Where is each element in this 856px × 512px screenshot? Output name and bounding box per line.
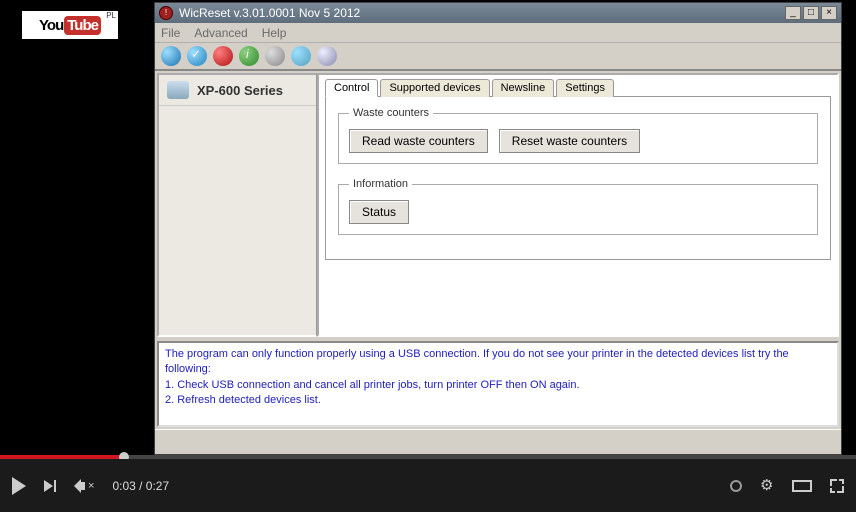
main-panel: Control Supported devices Newsline Setti…	[317, 73, 839, 337]
device-name: XP-600 Series	[197, 83, 283, 98]
theater-mode-icon[interactable]	[792, 480, 812, 492]
next-icon	[44, 480, 53, 492]
device-sidebar: XP-600 Series	[157, 73, 317, 337]
maximize-button[interactable]: □	[803, 6, 819, 20]
tab-newsline[interactable]: Newsline	[492, 79, 555, 97]
group-info-label: Information	[349, 178, 412, 190]
tab-control[interactable]: Control	[325, 79, 378, 97]
volume-icon	[74, 479, 81, 493]
tab-panel-control: Waste counters Read waste counters Reset…	[325, 96, 831, 260]
check-icon[interactable]	[187, 46, 207, 66]
group-waste-label: Waste counters	[349, 107, 433, 119]
group-information: Information Status	[338, 178, 818, 235]
muted-icon: ×	[88, 480, 94, 492]
window-title: WicReset v.3.01.0001 Nov 5 2012	[179, 6, 785, 20]
watch-later-icon[interactable]	[730, 480, 742, 492]
menu-advanced[interactable]: Advanced	[194, 26, 247, 40]
tab-settings[interactable]: Settings	[556, 79, 614, 97]
tab-strip: Control Supported devices Newsline Setti…	[325, 79, 831, 97]
refresh-icon[interactable]	[161, 46, 181, 66]
group-waste-counters: Waste counters Read waste counters Reset…	[338, 107, 818, 164]
status-button[interactable]: Status	[349, 200, 409, 224]
teal-icon[interactable]	[291, 46, 311, 66]
youtube-logo-tube: Tube	[64, 16, 101, 35]
toolbar	[155, 43, 841, 71]
settings-icon[interactable]: ⚙	[760, 479, 774, 493]
log-line: The program can only function properly u…	[165, 347, 831, 378]
device-item[interactable]: XP-600 Series	[159, 75, 316, 106]
youtube-region: PL	[106, 11, 116, 20]
play-icon	[12, 477, 26, 495]
next-button[interactable]	[44, 480, 56, 492]
log-panel[interactable]: The program can only function properly u…	[157, 341, 839, 427]
play-button[interactable]	[12, 477, 26, 495]
minimize-button[interactable]: _	[785, 6, 801, 20]
log-line: 2. Refresh detected devices list.	[165, 393, 831, 408]
menu-help[interactable]: Help	[262, 26, 287, 40]
mute-button[interactable]: ×	[74, 479, 94, 493]
log-line: 1. Check USB connection and cancel all p…	[165, 378, 831, 393]
menubar: File Advanced Help	[155, 23, 841, 43]
printer-icon	[167, 81, 189, 99]
info-icon[interactable]	[239, 46, 259, 66]
tab-supported-devices[interactable]: Supported devices	[380, 79, 489, 97]
reset-icon[interactable]	[213, 46, 233, 66]
monitor-icon[interactable]	[317, 46, 337, 66]
youtube-logo[interactable]: You Tube PL	[22, 11, 118, 39]
close-button[interactable]: ×	[821, 6, 837, 20]
app-window: ! WicReset v.3.01.0001 Nov 5 2012 _ □ × …	[154, 2, 842, 455]
titlebar[interactable]: ! WicReset v.3.01.0001 Nov 5 2012 _ □ ×	[155, 3, 841, 23]
grey-icon[interactable]	[265, 46, 285, 66]
app-icon: !	[159, 6, 173, 20]
statusbar	[155, 429, 841, 449]
player-controls: × 0:03 / 0:27 ⚙	[0, 459, 856, 512]
read-waste-button[interactable]: Read waste counters	[349, 129, 488, 153]
reset-waste-button[interactable]: Reset waste counters	[499, 129, 640, 153]
time-display: 0:03 / 0:27	[112, 479, 169, 493]
fullscreen-icon[interactable]	[830, 479, 844, 493]
menu-file[interactable]: File	[161, 26, 180, 40]
youtube-logo-you: You	[39, 17, 63, 34]
